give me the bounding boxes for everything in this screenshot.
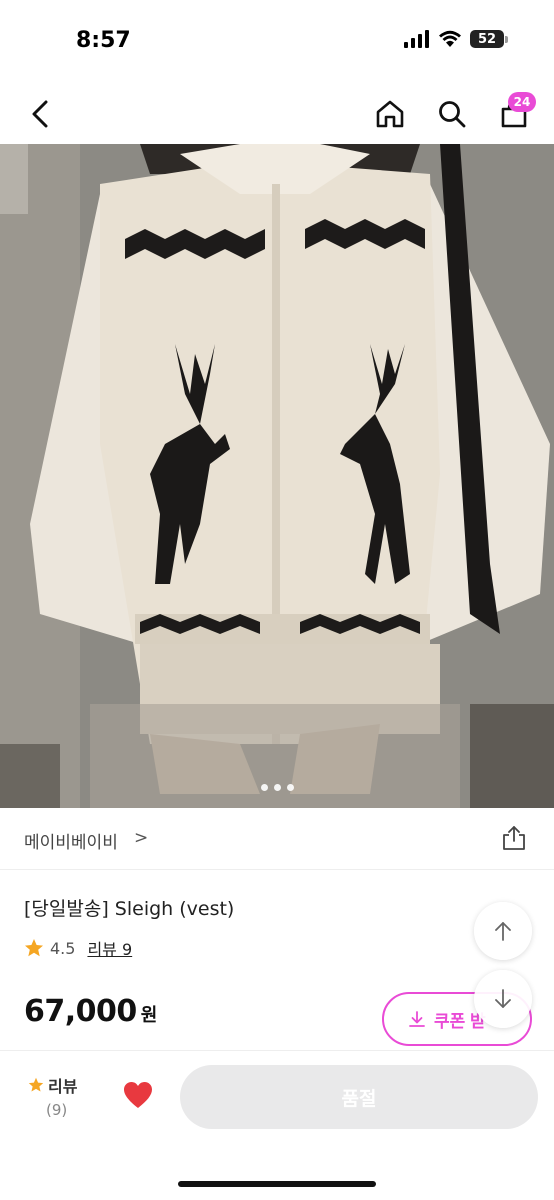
rating-value: 4.5: [50, 938, 76, 958]
pagination-dot: [273, 784, 281, 791]
status-icons: 52: [404, 30, 508, 48]
download-icon: [409, 1011, 425, 1027]
chevron-left-icon: [32, 100, 48, 128]
brand-link[interactable]: 메이비베이비: [24, 828, 118, 853]
search-icon: [439, 101, 466, 128]
home-icon: [376, 100, 404, 128]
signal-icon: [404, 30, 429, 48]
wishlist-button[interactable]: [120, 1077, 156, 1113]
product-image[interactable]: [0, 144, 554, 808]
status-time: 8:57: [76, 28, 131, 53]
bottom-action-bar: 리뷰 (9) 품절: [0, 1050, 554, 1200]
home-button[interactable]: [372, 94, 408, 134]
brand-row: 메이비베이비 >: [0, 808, 554, 870]
share-icon: [503, 826, 525, 850]
review-count: (9): [46, 1101, 68, 1119]
chevron-right-icon[interactable]: >: [134, 828, 148, 848]
star-icon: [25, 939, 43, 957]
battery-icon: 52: [470, 30, 508, 48]
arrow-down-icon: [495, 989, 511, 1008]
price: 67,000: [24, 994, 137, 1029]
review-link[interactable]: 리뷰 9: [87, 936, 132, 960]
search-button[interactable]: [434, 94, 470, 134]
pagination-dot: [286, 784, 294, 791]
price-row: 67,000 원: [24, 994, 157, 1029]
heart-icon: [124, 1082, 152, 1108]
rating-row: 4.5 리뷰 9: [24, 936, 132, 960]
review-tab-button[interactable]: 리뷰 (9): [28, 1073, 88, 1119]
image-pagination: [0, 784, 554, 791]
back-button[interactable]: [22, 94, 58, 134]
sold-out-button: 품절: [180, 1065, 538, 1129]
top-nav-bar: [0, 84, 554, 144]
share-button[interactable]: [498, 822, 530, 854]
star-icon: [28, 1077, 44, 1092]
home-indicator: [178, 1181, 376, 1187]
scroll-top-button[interactable]: [474, 902, 532, 960]
battery-level: 52: [470, 30, 504, 48]
product-title: [당일발송] Sleigh (vest): [24, 898, 235, 920]
wifi-icon: [439, 30, 461, 47]
pagination-dot: [260, 784, 268, 791]
product-photo: [0, 144, 554, 808]
cart-count-badge: 24: [508, 92, 536, 112]
arrow-up-icon: [495, 922, 511, 941]
price-currency: 원: [140, 1005, 158, 1026]
status-bar: 8:57 52: [0, 0, 554, 80]
review-tab-label: 리뷰: [48, 1077, 78, 1096]
scroll-bottom-button[interactable]: [474, 970, 532, 1028]
